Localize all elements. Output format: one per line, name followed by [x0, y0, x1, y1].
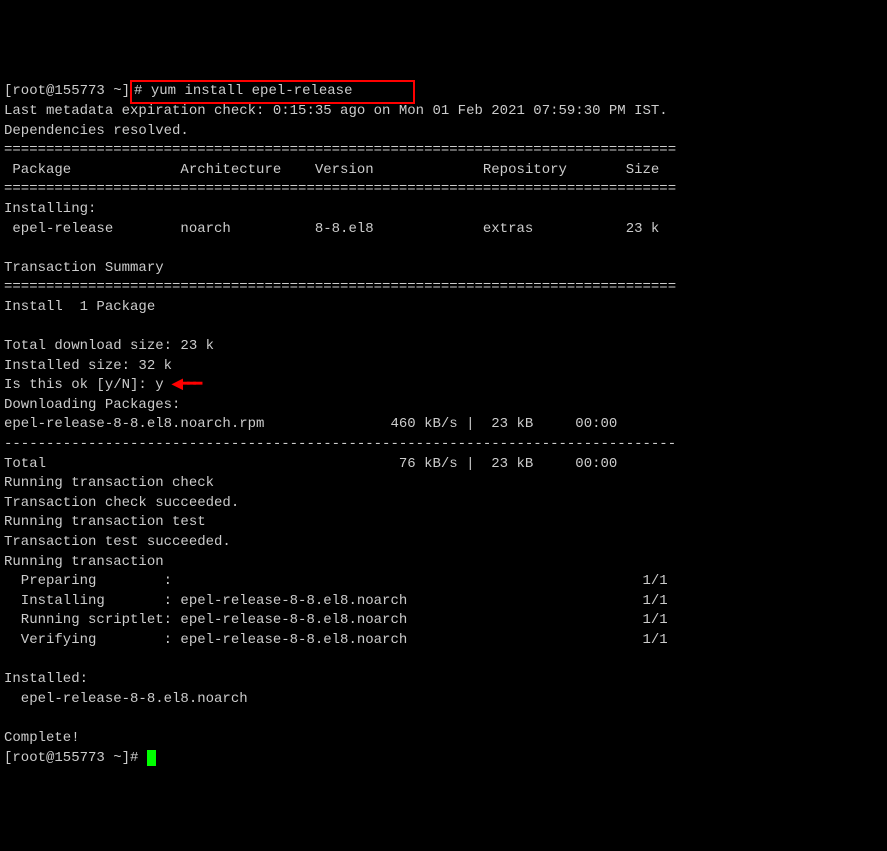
- separator: ========================================…: [4, 181, 676, 197]
- header-row: Package Architecture Version Repository …: [4, 162, 659, 178]
- running-transaction: Running transaction: [4, 554, 164, 570]
- check-succeeded: Transaction check succeeded.: [4, 495, 239, 511]
- installed-package: epel-release-8-8.el8.noarch: [4, 691, 248, 707]
- step-preparing: Preparing : 1/1: [4, 573, 668, 589]
- package-row: epel-release noarch 8-8.el8 extras 23 k: [4, 221, 659, 237]
- test-succeeded: Transaction test succeeded.: [4, 534, 231, 550]
- separator: ----------------------------------------…: [4, 436, 676, 452]
- complete-label: Complete!: [4, 730, 80, 746]
- confirm-prompt: Is this ok [y/N]:: [4, 377, 155, 393]
- install-count: Install 1 Package: [4, 299, 155, 315]
- confirm-input[interactable]: y: [155, 377, 172, 393]
- command-highlight: # yum install epel-release: [130, 80, 415, 104]
- separator: ========================================…: [4, 142, 676, 158]
- running-check: Running transaction check: [4, 475, 214, 491]
- step-verifying: Verifying : epel-release-8-8.el8.noarch …: [4, 632, 668, 648]
- transaction-summary: Transaction Summary: [4, 260, 164, 276]
- total-download: Total download size: 23 k: [4, 338, 214, 354]
- arrow-icon: ◀━━━: [172, 377, 200, 393]
- download-row: epel-release-8-8.el8.noarch.rpm 460 kB/s…: [4, 416, 617, 432]
- installing-section: Installing:: [4, 201, 96, 217]
- step-installing: Installing : epel-release-8-8.el8.noarch…: [4, 593, 668, 609]
- running-test: Running transaction test: [4, 514, 206, 530]
- prompt-prefix: [root@155773 ~]: [4, 83, 130, 99]
- metadata-line: Last metadata expiration check: 0:15:35 …: [4, 103, 668, 119]
- final-prompt: [root@155773 ~]#: [4, 750, 147, 766]
- prompt-hash: #: [134, 83, 151, 99]
- step-scriptlet: Running scriptlet: epel-release-8-8.el8.…: [4, 612, 668, 628]
- total-row: Total 76 kB/s | 23 kB 00:00: [4, 456, 617, 472]
- installed-size: Installed size: 32 k: [4, 358, 172, 374]
- command-text[interactable]: yum install epel-release: [151, 83, 353, 99]
- installed-header: Installed:: [4, 671, 88, 687]
- separator: ========================================…: [4, 279, 676, 295]
- cursor-icon[interactable]: [147, 750, 156, 766]
- deps-line: Dependencies resolved.: [4, 123, 189, 139]
- downloading-label: Downloading Packages:: [4, 397, 180, 413]
